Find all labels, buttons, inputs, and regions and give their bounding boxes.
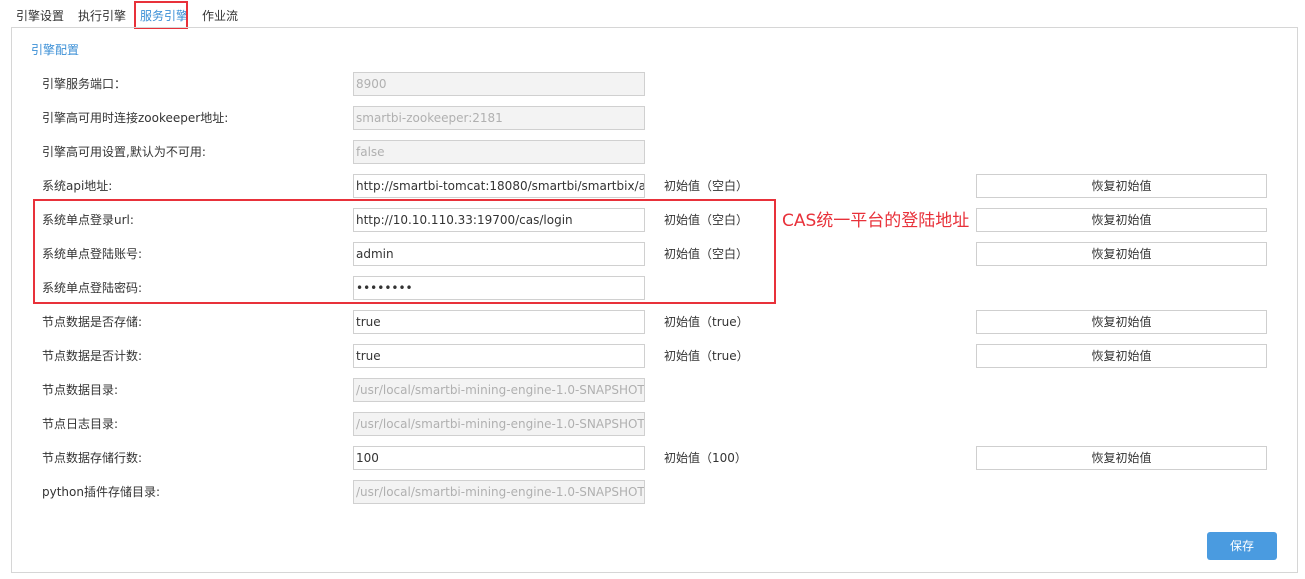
row-label: 引擎服务端口： [42, 77, 127, 91]
restore-default-button[interactable]: 恢复初始值 [976, 446, 1267, 470]
row-label: python插件存储目录: [42, 485, 161, 499]
row-label: 节点数据是否计数: [42, 349, 143, 363]
engine-port-field[interactable]: 8900 [353, 72, 645, 96]
annotation-text: CAS统一平台的登陆地址 [782, 211, 970, 231]
row-label: 节点数据是否存储: [42, 315, 143, 329]
node-data-rows-field[interactable]: 100 [353, 446, 645, 470]
tab-workflow[interactable]: 作业流 [202, 7, 238, 24]
row-label: 节点数据存储行数: [42, 451, 143, 465]
initial-value-text: 初始值（true） [664, 315, 749, 329]
restore-default-button[interactable]: 恢复初始值 [976, 242, 1267, 266]
row-label: 引擎高可用设置,默认为不可用: [42, 145, 206, 159]
initial-value-text: 初始值（true） [664, 349, 749, 363]
restore-default-button[interactable]: 恢复初始值 [976, 208, 1267, 232]
restore-default-button[interactable]: 恢复初始值 [976, 344, 1267, 368]
row-label: 系统api地址: [42, 179, 113, 193]
tab-engine-settings[interactable]: 引擎设置 [16, 7, 64, 24]
restore-default-button[interactable]: 恢复初始值 [976, 310, 1267, 334]
system-api-field[interactable]: http://smartbi-tomcat:18080/smartbi/smar… [353, 174, 645, 198]
tab-bar: 引擎设置 执行引擎 服务引擎 作业流 [0, 0, 1305, 28]
row-label: 引擎高可用时连接zookeeper地址: [42, 111, 229, 125]
zookeeper-address-field[interactable]: smartbi-zookeeper:2181 [353, 106, 645, 130]
sso-highlight-box [33, 199, 776, 304]
restore-default-button[interactable]: 恢复初始值 [976, 174, 1267, 198]
tab-execution-engine[interactable]: 执行引擎 [78, 7, 126, 24]
node-log-dir-field[interactable]: /usr/local/smartbi-mining-engine-1.0-SNA… [353, 412, 645, 436]
tab-highlight-box [134, 1, 188, 29]
high-availability-field[interactable]: false [353, 140, 645, 164]
python-plugin-dir-field[interactable]: /usr/local/smartbi-mining-engine-1.0-SNA… [353, 480, 645, 504]
section-title: 引擎配置 [31, 43, 80, 57]
initial-value-text: 初始值（空白） [664, 179, 749, 193]
row-label: 节点数据目录: [42, 383, 119, 397]
node-data-dir-field[interactable]: /usr/local/smartbi-mining-engine-1.0-SNA… [353, 378, 645, 402]
node-data-store-field[interactable]: true [353, 310, 645, 334]
initial-value-text: 初始值（100） [664, 451, 747, 465]
node-data-count-field[interactable]: true [353, 344, 645, 368]
row-label: 节点日志目录: [42, 417, 119, 431]
save-button[interactable]: 保存 [1207, 532, 1277, 560]
